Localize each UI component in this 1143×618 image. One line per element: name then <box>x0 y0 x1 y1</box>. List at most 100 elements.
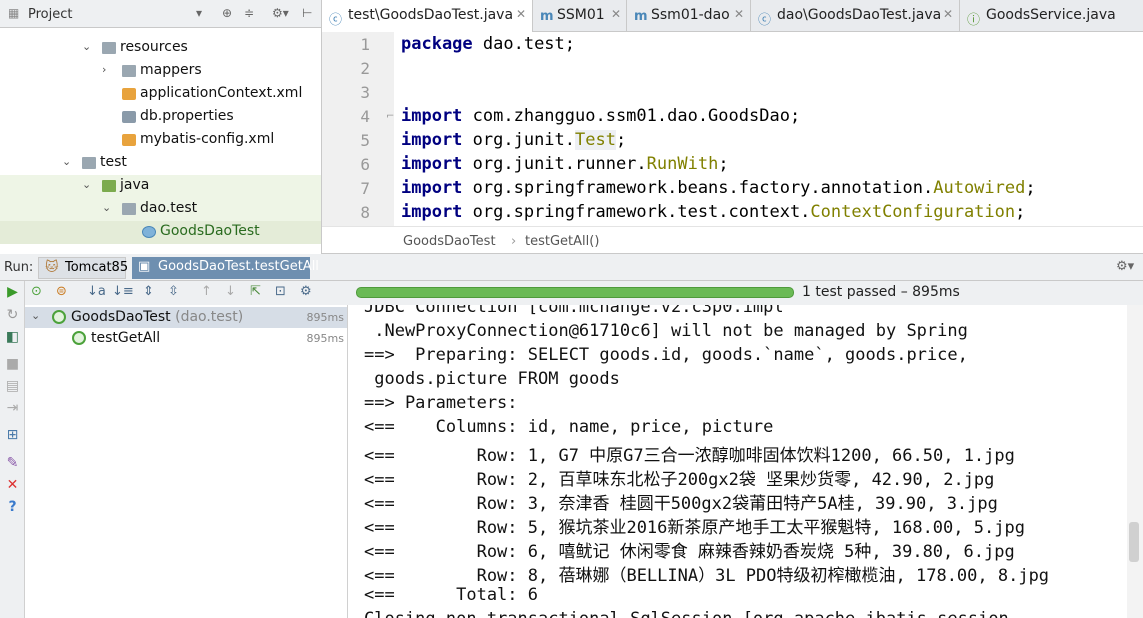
test-case-row[interactable]: testGetAll 895ms <box>25 328 347 349</box>
export-results-icon[interactable]: ⇱ <box>250 284 261 299</box>
previous-test-icon[interactable]: ↑ <box>201 284 212 299</box>
tree-item-goodsdaotest[interactable]: GoodsDaoTest <box>0 221 321 244</box>
stop-icon[interactable]: ■ <box>4 356 21 372</box>
test-settings-icon[interactable]: ⚙ <box>300 284 312 299</box>
chevron-down-icon[interactable]: ⌄ <box>62 155 71 168</box>
editor-tab-bar: ⓒ test\GoodsDaoTest.java ✕ m SSM01 ✕ m S… <box>322 0 1143 32</box>
chevron-down-icon[interactable]: ⌄ <box>102 201 111 214</box>
close-icon[interactable]: ✕ <box>943 7 953 21</box>
tab-label: dao\GoodsDaoTest.java <box>777 7 942 23</box>
next-test-icon[interactable]: ↓ <box>225 284 236 299</box>
code-text: ; <box>615 130 627 150</box>
chevron-right-icon[interactable]: › <box>102 63 106 76</box>
help-icon[interactable]: ? <box>4 499 21 515</box>
code-text: org.junit. <box>462 130 576 150</box>
close-icon[interactable]: ✕ <box>516 7 526 21</box>
code-text: org.springframework.beans.factory.annota… <box>462 178 934 198</box>
expand-all-icon[interactable]: ⇕ <box>143 284 154 299</box>
chevron-down-icon[interactable]: ⌄ <box>82 40 91 53</box>
settings-gear-icon[interactable]: ⚙▾ <box>1116 259 1134 274</box>
settings-gear-icon[interactable]: ⚙▾ <box>272 6 289 20</box>
package-icon <box>122 203 136 215</box>
close-icon[interactable]: ✕ <box>611 7 621 21</box>
tree-item-label: java <box>120 177 150 193</box>
import-results-icon[interactable]: ⊡ <box>275 284 286 299</box>
rerun-failed-icon[interactable]: ↻ <box>4 307 21 323</box>
xml-file-icon <box>122 134 136 146</box>
hide-panel-icon[interactable]: ⊢ <box>302 6 312 20</box>
tree-item-java[interactable]: ⌄ java <box>0 175 321 198</box>
tab-tomcat85[interactable]: 🐱 Tomcat85 <box>38 257 128 279</box>
scroll-from-source-icon[interactable]: ⊕ <box>222 6 232 20</box>
test-suite-row[interactable]: ⌄ GoodsDaoTest (dao.test) 895ms <box>25 307 347 328</box>
test-config-icon: ▣ <box>138 259 151 274</box>
code-line: import org.junit.Test; <box>401 130 626 150</box>
show-ignored-icon[interactable]: ⊜ <box>56 284 67 299</box>
line-number: 4 <box>360 107 370 126</box>
console-line: ==> Preparing: SELECT goods.id, goods.`n… <box>364 345 968 365</box>
console-line: goods.picture FROM goods <box>364 369 620 389</box>
chevron-down-icon[interactable]: ⌄ <box>82 178 91 191</box>
tree-item-label: applicationContext.xml <box>140 85 303 101</box>
line-number: 8 <box>360 203 370 222</box>
sort-alphabetically-icon[interactable]: ↓a <box>87 284 106 299</box>
dropdown-icon[interactable]: ▾ <box>196 6 202 20</box>
code-identifier: Test <box>575 130 616 150</box>
breadcrumb-method[interactable]: testGetAll() <box>525 234 599 249</box>
show-passed-icon[interactable]: ⊙ <box>31 284 42 299</box>
breadcrumb: GoodsDaoTest › testGetAll() <box>322 226 1143 254</box>
test-package: (dao.test) <box>175 309 244 325</box>
breadcrumb-separator-icon: › <box>511 234 517 249</box>
tab-ssm01-dao[interactable]: m Ssm01-dao ✕ <box>627 0 751 32</box>
dump-threads-icon[interactable]: ▤ <box>4 378 21 394</box>
tab-goodsservice[interactable]: ⓘ GoodsService.java <box>960 0 1143 32</box>
tree-item-label: test <box>100 154 127 170</box>
sort-by-duration-icon[interactable]: ↓≡ <box>112 284 134 299</box>
tree-item-label: dao.test <box>140 200 198 216</box>
pin-icon[interactable]: ✎ <box>4 455 21 471</box>
console-line: <== Row: 8, 蓓琳娜（BELLINA）3L PDO特级初榨橄榄油, 1… <box>364 566 1050 586</box>
code-line: import org.springframework.test.context.… <box>401 202 1025 222</box>
tree-item-db-properties[interactable]: db.properties <box>0 106 321 129</box>
project-panel-title[interactable]: Project <box>28 7 72 22</box>
code-line: import org.junit.runner.RunWith; <box>401 154 729 174</box>
code-identifier: RunWith <box>646 154 719 174</box>
tree-item-resources[interactable]: ⌄ resources <box>0 37 321 60</box>
class-icon <box>142 226 156 238</box>
console-line: Closing non transactional SqlSession [or… <box>364 609 1009 618</box>
tab-test-goodsdaotest[interactable]: ⓒ test\GoodsDaoTest.java ✕ <box>322 0 533 32</box>
folder-icon <box>82 157 96 169</box>
run-label: Run: <box>4 260 34 275</box>
console-scrollbar-thumb[interactable] <box>1129 522 1139 562</box>
class-icon: ⓒ <box>329 13 343 28</box>
tree-item-test[interactable]: ⌄ test <box>0 152 321 175</box>
console-line: <== Row: 6, 嘻鱿记 休闲零食 麻辣香辣奶香炭烧 5种, 39.80,… <box>364 542 1015 562</box>
code-keyword: import <box>401 106 463 126</box>
toggle-auto-test-icon[interactable]: ◧ <box>4 329 21 345</box>
tab-goodsdaotest-testgetall[interactable]: ▣ GoodsDaoTest.testGetAll <box>132 257 319 279</box>
code-line: package dao.test; <box>401 34 575 54</box>
code-line: import com.zhangguo.ssm01.dao.GoodsDao; <box>401 106 800 126</box>
rerun-icon[interactable]: ▶ <box>4 284 21 300</box>
tree-item-dao-test[interactable]: ⌄ dao.test <box>0 198 321 221</box>
console-scrollbar[interactable] <box>1127 305 1143 618</box>
collapse-all-icon[interactable]: ≑ <box>244 6 254 20</box>
chevron-down-icon[interactable]: ⌄ <box>31 309 40 322</box>
collapse-all-icon[interactable]: ⇳ <box>168 284 179 299</box>
tree-item-mybatis-config[interactable]: mybatis-config.xml <box>0 129 321 152</box>
tab-ssm01[interactable]: m SSM01 ✕ <box>533 0 627 32</box>
tab-dao-goodsdaotest[interactable]: ⓒ dao\GoodsDaoTest.java ✕ <box>751 0 960 32</box>
console-line: <== Row: 1, G7 中原G7三合一浓醇咖啡固体饮料1200, 66.5… <box>364 446 1015 466</box>
close-icon[interactable]: ✕ <box>734 7 744 21</box>
export-icon[interactable]: ⇥ <box>4 400 21 416</box>
layout-icon[interactable]: ⊞ <box>4 427 21 443</box>
breadcrumb-class[interactable]: GoodsDaoTest <box>403 234 496 249</box>
tree-item-applicationcontext[interactable]: applicationContext.xml <box>0 83 321 106</box>
console-line: <== Total: 6 <box>364 585 538 605</box>
tree-item-mappers[interactable]: › mappers <box>0 60 321 83</box>
console-output[interactable]: JDBC Connection [com.mchange.v2.c3p0.imp… <box>349 305 1127 618</box>
line-number: 1 <box>360 35 370 54</box>
code-editor[interactable]: package dao.test; import com.zhangguo.ss… <box>394 32 1143 226</box>
close-icon[interactable]: ✕ <box>4 477 21 493</box>
class-icon: ⓒ <box>758 13 772 28</box>
